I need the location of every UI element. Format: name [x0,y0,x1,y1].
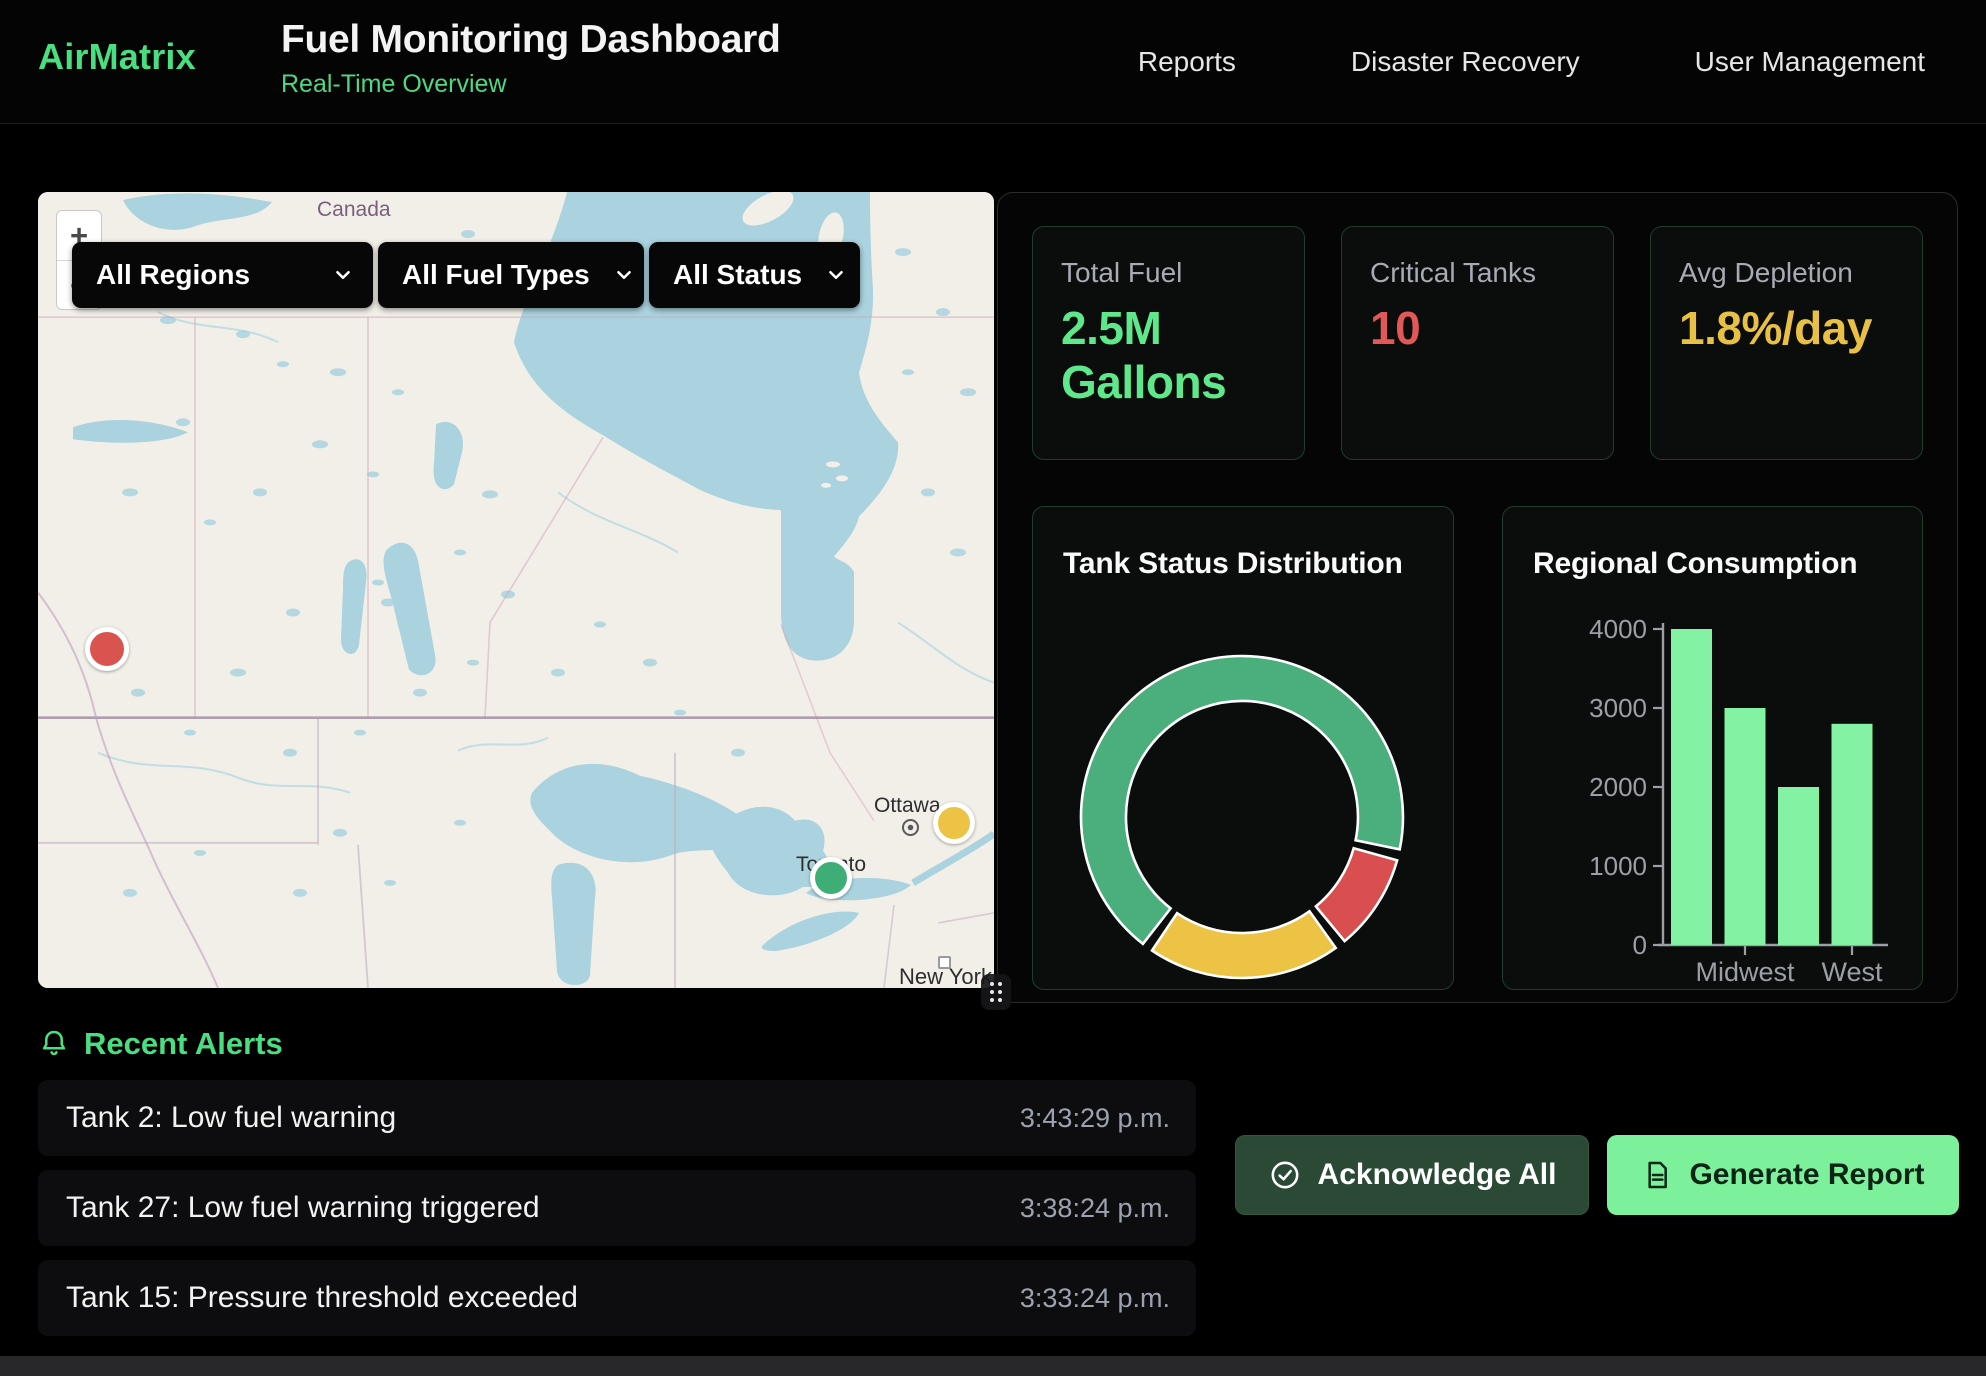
map-marker-warning[interactable] [933,802,975,844]
stats-row: Total Fuel 2.5M Gallons Critical Tanks 10 Av… [1032,226,1923,460]
chevron-down-icon [826,265,846,285]
alert-time: 3:38:24 p.m. [1020,1193,1170,1224]
tank-status-card: Tank Status Distribution [1032,506,1454,990]
filter-value: All Regions [96,259,250,291]
filter-value: All Status [673,259,802,291]
svg-text:2000: 2000 [1589,772,1647,802]
nav-item-user-management[interactable]: User Management [1695,46,1925,78]
alert-row: Tank 15: Pressure threshold exceeded 3:33… [38,1260,1196,1336]
generate-report-button[interactable]: Generate Report [1607,1135,1959,1215]
alert-time: 3:33:24 p.m. [1020,1283,1170,1314]
stat-label: Critical Tanks [1370,257,1585,289]
svg-text:Midwest: Midwest [1695,957,1795,987]
svg-text:0: 0 [1633,930,1647,960]
stat-value: 1.8%/day [1679,301,1894,355]
alert-message: Tank 15: Pressure threshold exceeded [66,1281,578,1315]
charts-row: Tank Status Distribution Regional Consum… [1032,506,1923,990]
alerts-title: Recent Alerts [84,1026,283,1062]
bar-1 [1725,708,1766,945]
map-canvas[interactable]: Canada Ottawa Toronto New York + − All R… [38,192,994,988]
stat-card-critical-tanks: Critical Tanks 10 [1341,226,1614,460]
brand-logo[interactable]: AirMatrix [38,36,196,78]
regional-consumption-card: Regional Consumption 01000200030004000Mi… [1502,506,1923,990]
header-nav: Reports Disaster Recovery User Management [1138,0,1925,123]
svg-text:1000: 1000 [1589,851,1647,881]
alert-time: 3:43:29 p.m. [1020,1103,1170,1134]
regional-consumption-bar-chart: 0 1000 2000 3000 4000 Midwest West [1503,507,1922,989]
page-subtitle: Real-Time Overview [281,70,780,99]
new-york-town-dot-icon [938,956,951,969]
svg-text:West: West [1821,957,1883,987]
chevron-down-icon [333,265,353,285]
tank-status-donut-chart [1033,507,1453,989]
alert-message: Tank 2: Low fuel warning [66,1101,396,1135]
donut-segment-yellow [1152,911,1336,978]
stat-card-total-fuel: Total Fuel 2.5M Gallons [1032,226,1305,460]
document-icon [1641,1159,1673,1191]
fuel-monitoring-dashboard: AirMatrix Fuel Monitoring Dashboard Real… [0,0,1986,1376]
filter-dropdown-all-fuel-types[interactable]: All Fuel Types [378,242,644,308]
acknowledge-all-button[interactable]: Acknowledge All [1235,1135,1589,1215]
alert-row: Tank 2: Low fuel warning 3:43:29 p.m. [38,1080,1196,1156]
app-header: AirMatrix Fuel Monitoring Dashboard Real… [0,0,1986,124]
stat-label: Total Fuel [1061,257,1276,289]
acknowledge-all-label: Acknowledge All [1318,1158,1557,1192]
check-circle-icon [1268,1158,1302,1192]
chevron-down-icon [614,265,634,285]
svg-text:4000: 4000 [1589,614,1647,644]
page-title: Fuel Monitoring Dashboard [281,18,780,62]
bell-icon [38,1028,70,1060]
alerts-header: Recent Alerts [38,1026,283,1062]
map-basemap [38,192,994,988]
window-bottom-strip [0,1356,1986,1376]
title-block: Fuel Monitoring Dashboard Real-Time Over… [281,18,780,99]
alert-row: Tank 27: Low fuel warning triggered 3:38:… [38,1170,1196,1246]
alert-message: Tank 27: Low fuel warning triggered [66,1191,540,1225]
map-marker-normal[interactable] [810,857,852,899]
map-marker-critical[interactable] [85,627,129,671]
nav-item-reports[interactable]: Reports [1138,46,1236,78]
bar-3 [1832,724,1873,945]
filter-value: All Fuel Types [402,259,590,291]
filter-dropdown-all-status[interactable]: All Status [649,242,860,308]
bar-2 [1778,787,1819,945]
ottawa-city-dot-icon [902,819,919,836]
nav-item-disaster-recovery[interactable]: Disaster Recovery [1351,46,1580,78]
generate-report-label: Generate Report [1689,1158,1924,1192]
overview-panel: Total Fuel 2.5M Gallons Critical Tanks 10 Av… [997,192,1958,1003]
stat-label: Avg Depletion [1679,257,1894,289]
filter-dropdown-all-regions[interactable]: All Regions [72,242,373,308]
stat-card-avg-depletion: Avg Depletion 1.8%/day [1650,226,1923,460]
stat-value: 2.5M Gallons [1061,301,1276,410]
donut-segment-red [1316,848,1397,941]
stat-value: 10 [1370,301,1585,355]
map-filters: All Regions All Fuel Types All Status [72,242,860,308]
svg-text:3000: 3000 [1589,693,1647,723]
map-resize-handle-icon[interactable] [981,974,1011,1010]
bar-0 [1671,629,1712,945]
